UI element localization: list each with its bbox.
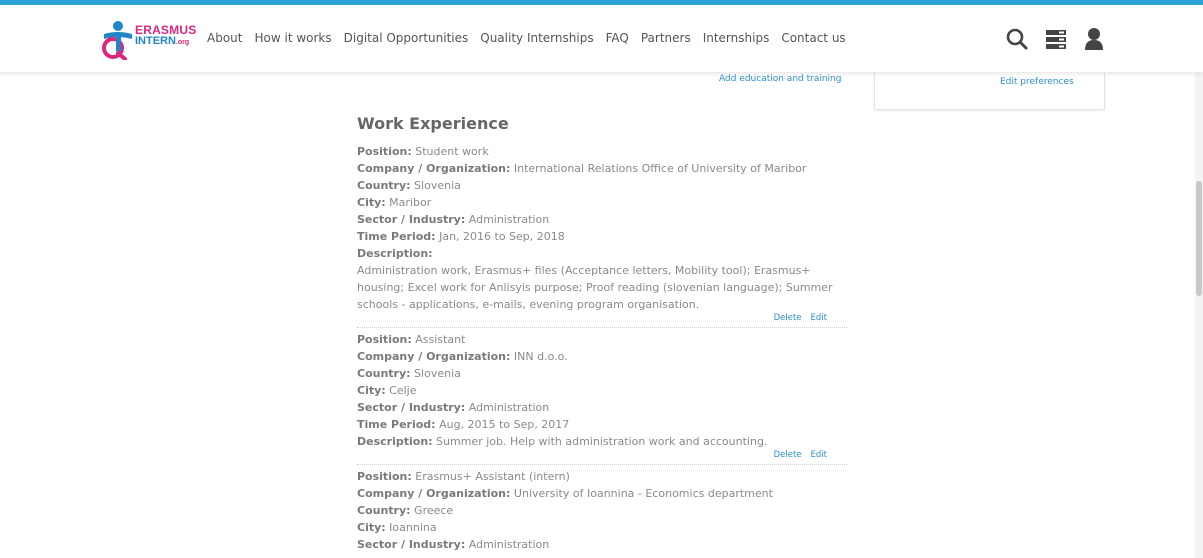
entry-description-label: Description: <box>357 247 433 260</box>
nav-item-about[interactable]: About <box>207 31 242 45</box>
user-icon[interactable] <box>1083 27 1105 51</box>
work-entry: Position: Assistant Company / Organizati… <box>357 331 847 465</box>
add-education-link[interactable]: Add education and training <box>719 74 841 84</box>
entry-city: City: Ioannina <box>357 521 437 534</box>
nav-item-contact-us[interactable]: Contact us <box>781 31 845 45</box>
entry-sector: Sector / Industry: Administration <box>357 538 550 551</box>
entry-period: Time Period: Aug, 2015 to Sep, 2017 <box>357 418 570 431</box>
delete-button[interactable]: Delete <box>774 313 802 323</box>
edit-button[interactable]: Edit <box>811 450 827 460</box>
entry-country: Country: Slovenia <box>357 367 461 380</box>
delete-button[interactable]: Delete <box>774 450 802 460</box>
entry-company: Company / Organization: University of Io… <box>357 487 773 500</box>
page-scrollbar[interactable] <box>1195 73 1203 558</box>
edit-button[interactable]: Edit <box>811 313 827 323</box>
work-experience-section: Work Experience Position: Student work C… <box>357 114 847 553</box>
nav-item-quality-internships[interactable]: Quality Internships <box>480 31 593 45</box>
header-icons <box>1005 27 1105 57</box>
edit-preferences-link[interactable]: Edit preferences <box>1000 77 1074 87</box>
entry-sector: Sector / Industry: Administration <box>357 401 550 414</box>
entry-position: Position: Student work <box>357 145 489 158</box>
work-entry: Position: Student work Company / Organiz… <box>357 143 847 328</box>
nav-item-partners[interactable]: Partners <box>641 31 691 45</box>
entry-country: Country: Greece <box>357 504 454 517</box>
entry-city: City: Celje <box>357 384 417 397</box>
entry-city: City: Maribor <box>357 196 432 209</box>
search-icon[interactable] <box>1005 27 1029 51</box>
entry-period: Time Period: Jan, 2016 to Sep, 2018 <box>357 230 565 243</box>
nav-item-digital-opportunities[interactable]: Digital Opportunities <box>344 31 469 45</box>
scrollbar-thumb[interactable] <box>1196 181 1202 296</box>
section-title: Work Experience <box>357 114 509 133</box>
nav-item-internships[interactable]: Internships <box>703 31 770 45</box>
entry-country: Country: Slovenia <box>357 179 461 192</box>
menu-stack-icon[interactable] <box>1044 27 1068 51</box>
entry-position: Position: Erasmus+ Assistant (intern) <box>357 470 570 483</box>
logo-text-intern: INTERN.org <box>135 35 190 47</box>
work-entry: Position: Erasmus+ Assistant (intern) Co… <box>357 468 847 553</box>
entry-description: Description: Summer job. Help with admin… <box>357 435 768 448</box>
logo-figure-icon <box>102 21 132 60</box>
preferences-card: Edit preferences <box>874 70 1105 110</box>
entry-actions: Delete Edit <box>357 450 847 464</box>
entry-description: Administration work, Erasmus+ files (Acc… <box>357 264 833 311</box>
main-nav: About How it works Digital Opportunities… <box>207 31 858 45</box>
entry-company: Company / Organization: INN d.o.o. <box>357 350 568 363</box>
entry-position: Position: Assistant <box>357 333 466 346</box>
entry-company: Company / Organization: International Re… <box>357 162 807 175</box>
site-logo[interactable]: ERASMUS INTERN.org <box>101 18 196 62</box>
entry-actions: Delete Edit <box>357 313 847 327</box>
entry-sector: Sector / Industry: Administration <box>357 213 550 226</box>
nav-item-how-it-works[interactable]: How it works <box>254 31 331 45</box>
site-header: ERASMUS INTERN.org About How it works Di… <box>0 5 1203 73</box>
nav-item-faq[interactable]: FAQ <box>606 31 629 45</box>
